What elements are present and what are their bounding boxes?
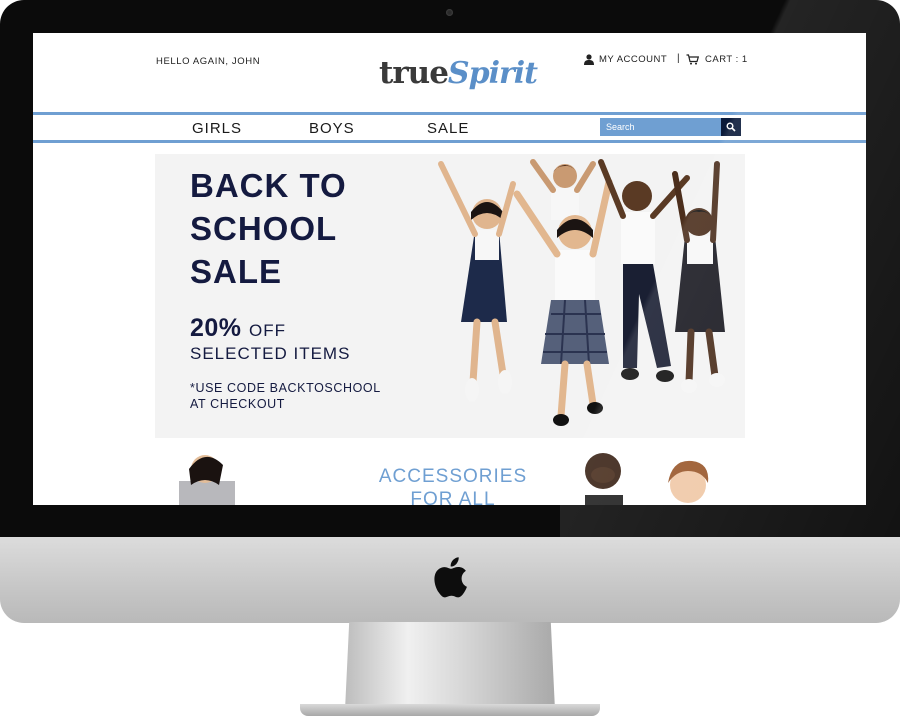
discount-value: 20% bbox=[190, 314, 242, 342]
header-divider: | bbox=[677, 53, 680, 64]
my-account-label: MY ACCOUNT bbox=[599, 54, 668, 65]
site-logo[interactable]: trueSpirit bbox=[379, 55, 538, 99]
search-input[interactable] bbox=[600, 118, 721, 136]
logo-spirit-text: Spirit bbox=[447, 56, 538, 91]
apple-logo-icon bbox=[434, 557, 467, 598]
nav-item-sale[interactable]: SALE bbox=[427, 120, 469, 137]
search-box bbox=[600, 118, 741, 136]
hero-discount: 20% OFF bbox=[190, 314, 286, 343]
cart-link[interactable]: CART : 1 bbox=[686, 54, 748, 65]
logo-true-text: true bbox=[379, 55, 449, 91]
girl-photo bbox=[179, 455, 235, 505]
magnifier-icon bbox=[726, 122, 736, 132]
cart-label: CART : 1 bbox=[705, 54, 748, 65]
camera-icon bbox=[446, 9, 453, 16]
website-screen: HELLO AGAIN, JOHN trueSpirit MY ACCOUNT … bbox=[33, 33, 866, 505]
main-nav: GIRLS BOYS SALE bbox=[33, 112, 866, 143]
nav-item-girls[interactable]: GIRLS bbox=[192, 120, 242, 137]
hero-banner[interactable]: BACK TO SCHOOL SALE 20% OFF SELECTED ITE… bbox=[155, 154, 745, 438]
monitor-stand bbox=[345, 622, 555, 710]
boy-photo bbox=[585, 453, 623, 505]
boy-photo-2 bbox=[668, 460, 709, 503]
greeting-text: HELLO AGAIN, JOHN bbox=[156, 56, 261, 67]
nav-item-boys[interactable]: BOYS bbox=[309, 120, 355, 137]
my-account-link[interactable]: MY ACCOUNT bbox=[584, 54, 667, 65]
discount-off: OFF bbox=[249, 321, 286, 340]
accessories-title[interactable]: ACCESSORIES FOR ALL bbox=[363, 465, 543, 505]
child-figure bbox=[530, 159, 596, 220]
promo-code-note: *USE CODE BACKTOSCHOOL AT CHECKOUT bbox=[190, 381, 381, 411]
jumping-children-photo bbox=[438, 159, 725, 426]
monitor-stand-base bbox=[300, 704, 600, 716]
user-icon bbox=[584, 54, 594, 65]
hero-title: BACK TO SCHOOL SALE bbox=[190, 167, 347, 290]
cart-icon bbox=[686, 54, 699, 65]
site-header: HELLO AGAIN, JOHN trueSpirit MY ACCOUNT … bbox=[33, 33, 866, 113]
selected-items-text: SELECTED ITEMS bbox=[190, 344, 351, 363]
search-button[interactable] bbox=[721, 118, 741, 136]
